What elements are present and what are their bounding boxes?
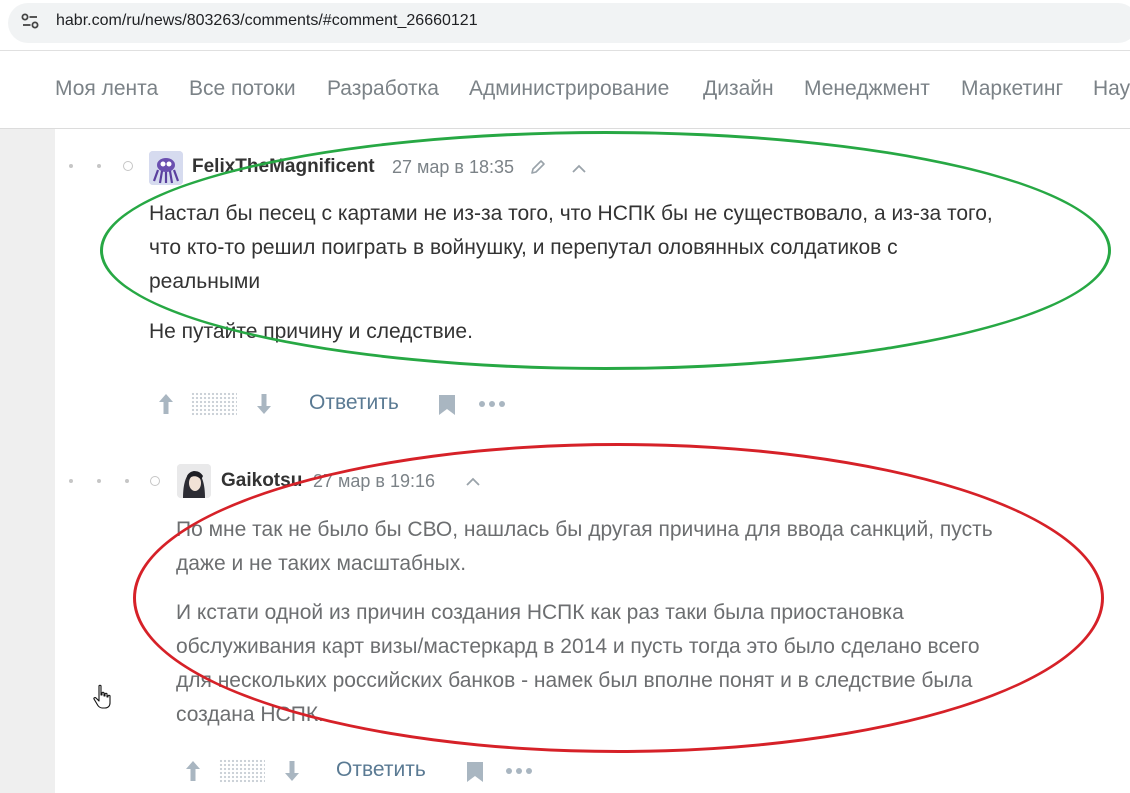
left-gutter [0, 129, 55, 793]
avatar[interactable] [149, 151, 183, 185]
bookmark-icon[interactable] [465, 760, 485, 784]
nav-item-marketing[interactable]: Маркетинг [961, 77, 1063, 101]
nav-item-management[interactable]: Менеджмент [804, 77, 930, 101]
site-info-icon[interactable] [20, 11, 40, 31]
rating-placeholder [219, 759, 265, 783]
nav-item-administration[interactable]: Администрирование [469, 77, 669, 101]
rating-placeholder [191, 392, 237, 416]
green-highlight-ellipse [100, 131, 1111, 370]
hand-cursor-icon [93, 684, 111, 709]
more-icon[interactable] [478, 399, 506, 409]
url-text[interactable]: habr.com/ru/news/803263/comments/#commen… [56, 12, 478, 30]
bookmark-icon[interactable] [437, 393, 457, 417]
more-icon[interactable] [505, 766, 533, 776]
nav-item-development[interactable]: Разработка [327, 77, 439, 101]
hubs-nav: Моя лента Все потоки Разработка Админист… [0, 51, 1130, 129]
arrow-up-icon[interactable] [182, 759, 204, 783]
arrow-down-icon[interactable] [253, 392, 275, 416]
nav-item-all-streams[interactable]: Все потоки [189, 77, 296, 101]
nav-item-science[interactable]: Нау [1093, 77, 1130, 101]
reply-button[interactable]: Ответить [336, 758, 426, 782]
reply-button[interactable]: Ответить [309, 391, 399, 415]
nav-item-design[interactable]: Дизайн [703, 77, 774, 101]
red-highlight-ellipse [133, 443, 1104, 753]
arrow-down-icon[interactable] [281, 759, 303, 783]
nav-item-my-feed[interactable]: Моя лента [55, 77, 158, 101]
arrow-up-icon[interactable] [155, 392, 177, 416]
avatar[interactable] [177, 464, 211, 498]
browser-address-bar: habr.com/ru/news/803263/comments/#commen… [0, 0, 1130, 50]
